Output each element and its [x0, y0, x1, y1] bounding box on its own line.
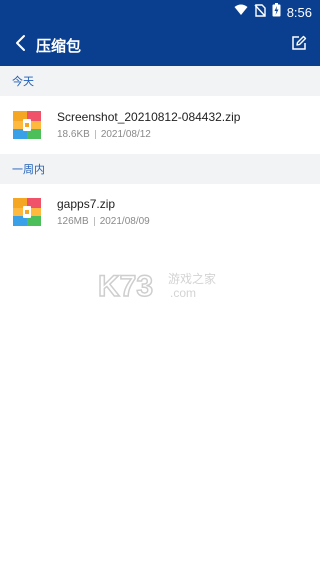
section-header-week: 一周内: [0, 154, 320, 184]
status-bar: 8:56: [0, 0, 320, 24]
file-row[interactable]: Screenshot_20210812-084432.zip 18.6KB 20…: [0, 98, 320, 152]
meta-divider: [94, 130, 96, 139]
file-meta: 126MB 2021/08/09: [57, 216, 150, 227]
app-bar: 压缩包: [0, 24, 320, 66]
wifi-icon: [234, 4, 248, 20]
watermark-domain: .com: [170, 286, 196, 300]
back-button[interactable]: [0, 24, 40, 66]
zip-archive-icon: [13, 198, 41, 226]
edit-button[interactable]: [288, 34, 310, 56]
file-meta: 18.6KB 2021/08/12: [57, 129, 240, 140]
file-size: 126MB: [57, 216, 89, 227]
chevron-left-icon: [14, 34, 26, 56]
file-date: 2021/08/09: [99, 216, 150, 227]
watermark-text: 游戏之家: [168, 271, 216, 286]
edit-icon: [291, 35, 307, 55]
no-sim-icon: [254, 3, 266, 21]
zip-archive-icon: [13, 111, 41, 139]
watermark-logo: K73 游戏之家 .com: [96, 268, 226, 304]
file-size: 18.6KB: [57, 129, 90, 140]
file-name: Screenshot_20210812-084432.zip: [57, 110, 241, 124]
watermark-brand: K73: [98, 270, 153, 302]
section-header-today: 今天: [0, 66, 320, 96]
file-name: gapps7.zip: [57, 197, 116, 211]
file-row[interactable]: gapps7.zip 126MB 2021/08/09: [0, 185, 320, 239]
file-date: 2021/08/12: [100, 129, 151, 140]
status-time: 8:56: [286, 4, 312, 20]
page-title: 压缩包: [36, 36, 82, 55]
meta-divider: [93, 217, 95, 226]
battery-charging-icon: [272, 3, 281, 21]
